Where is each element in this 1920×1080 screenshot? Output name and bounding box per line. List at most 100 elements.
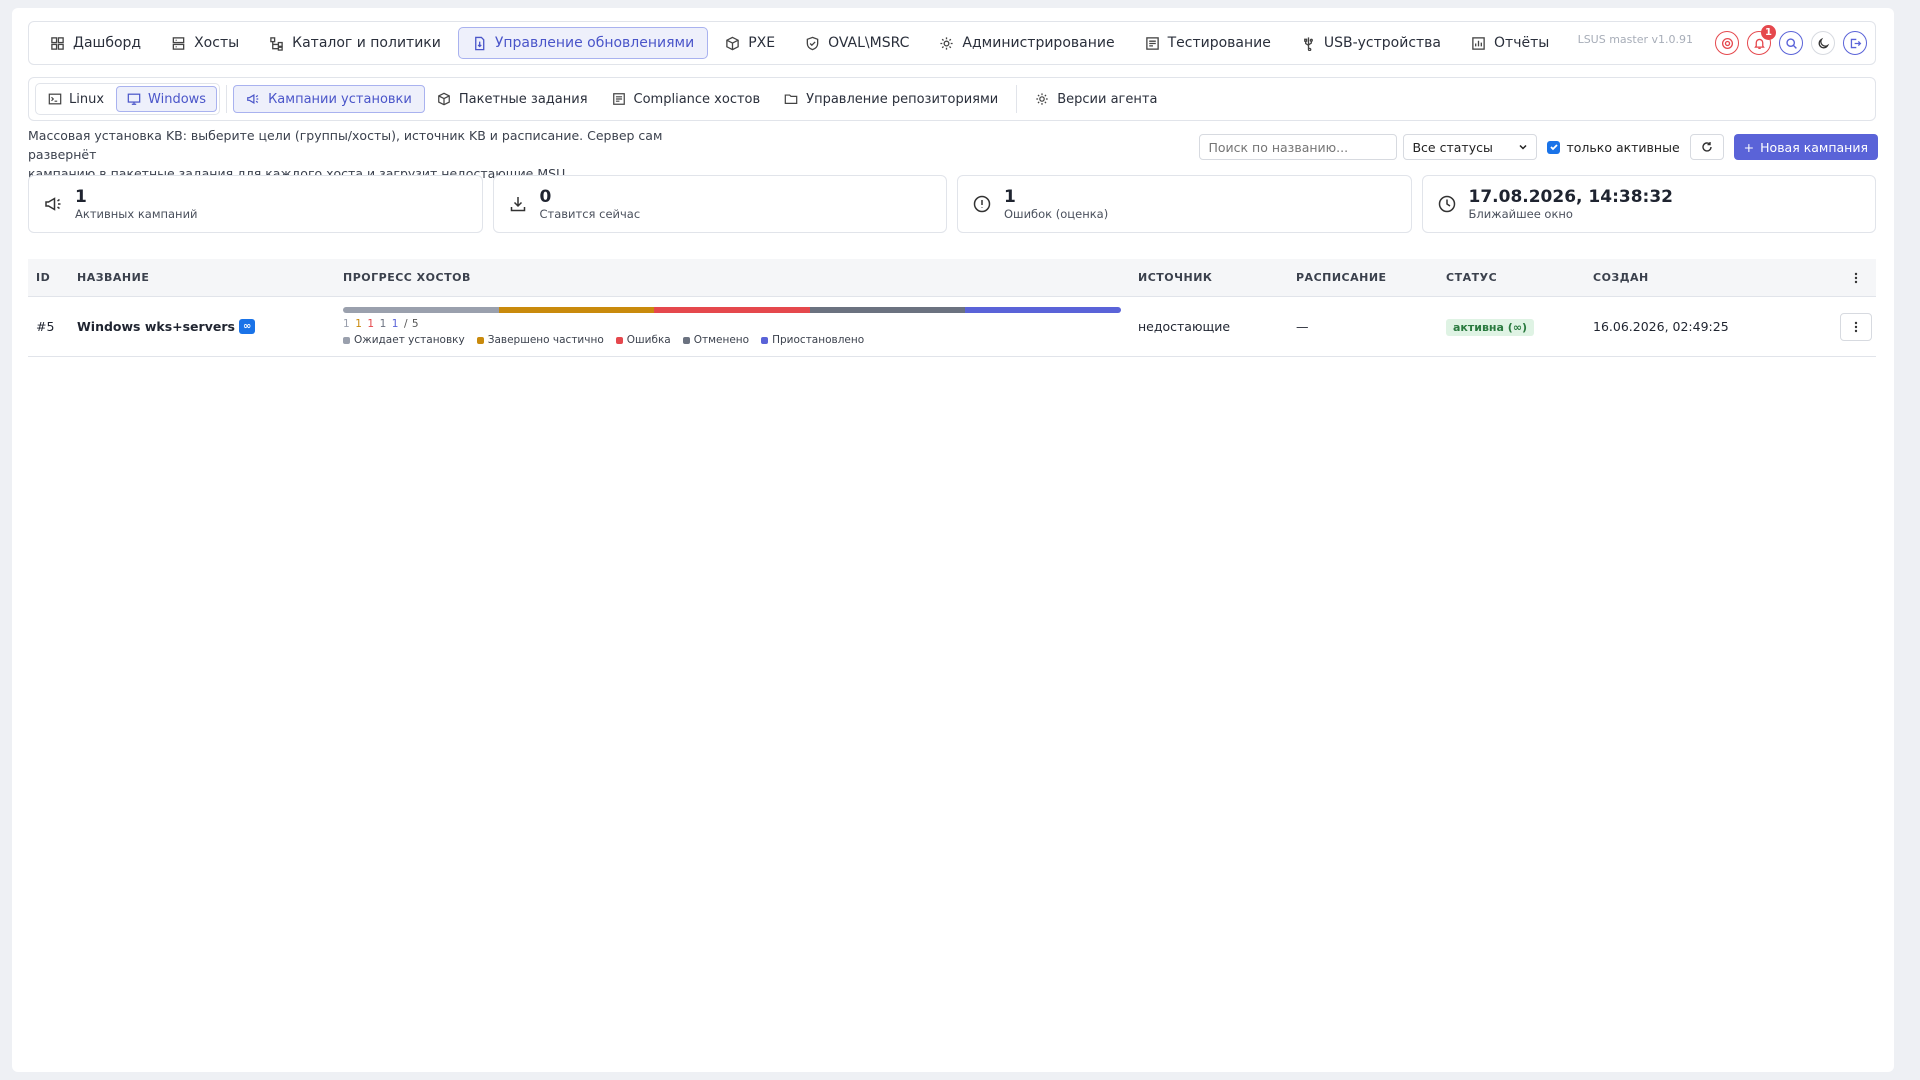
only-active-toggle[interactable]: только активные [1547, 139, 1680, 155]
usb-icon [1303, 36, 1313, 51]
hierarchy-icon [270, 36, 283, 51]
nav-label: OVAL\MSRC [828, 35, 910, 51]
notification-badge: 1 [1761, 25, 1776, 40]
search-input[interactable] [1199, 134, 1398, 160]
theme-toggle-button[interactable] [1811, 31, 1835, 55]
megaphone-icon [45, 197, 61, 211]
alert-circle-icon [973, 195, 991, 213]
subnav-batch-jobs[interactable]: Пакетные задания [425, 85, 600, 113]
campaign-toolbar: Все статусы только активные + Новая камп… [1199, 134, 1878, 160]
divider [226, 85, 228, 113]
new-campaign-label: Новая кампания [1760, 139, 1868, 155]
refresh-button[interactable] [1689, 134, 1724, 160]
notifications-button[interactable]: 1 [1747, 25, 1776, 55]
nav-label: Отчёты [1494, 35, 1550, 51]
stat-installing-now: 0 Ставится сейчас [492, 175, 947, 233]
logout-icon [1850, 38, 1861, 48]
stat-active-campaigns: 1 Активных кампаний [28, 175, 483, 233]
stat-value: 0 [539, 186, 552, 207]
progress-legend: Ожидает установку Завершено частично Оши… [343, 334, 1138, 346]
legend-label: Ошибка [626, 334, 671, 346]
nav-usb-devices[interactable]: USB-устройства [1288, 27, 1454, 59]
megaphone-icon [247, 93, 259, 105]
os-tab-label: Windows [148, 91, 207, 107]
count-pending: 1 [343, 318, 351, 330]
global-search-button[interactable] [1779, 31, 1803, 55]
column-header-created[interactable]: СОЗДАН [1593, 271, 1813, 284]
checklist-icon [1145, 36, 1159, 50]
nav-pxe[interactable]: PXE [712, 27, 788, 59]
gear-icon [1036, 93, 1048, 105]
host-progress: 1 1 1 1 1 / 5 Ожидает установку Завершен… [343, 307, 1138, 346]
count-cancelled: 1 [379, 318, 387, 330]
legend-item: Ожидает установку [343, 334, 465, 346]
nav-dashboard[interactable]: Дашборд [37, 27, 154, 59]
subnav-host-compliance[interactable]: Compliance хостов [600, 85, 773, 113]
subnav-repository-management[interactable]: Управление репозиториями [772, 85, 1010, 113]
column-header-source[interactable]: ИСТОЧНИК [1138, 271, 1296, 284]
campaign-created: 16.06.2026, 02:49:25 [1593, 319, 1729, 334]
clock-icon [1438, 195, 1455, 213]
stat-label: Активных кампаний [75, 206, 198, 221]
subnav-label: Версии агента [1057, 91, 1158, 107]
nav-testing[interactable]: Тестирование [1132, 27, 1284, 59]
stat-label: Ближайшее окно [1468, 206, 1573, 221]
only-active-checkbox[interactable] [1547, 140, 1561, 154]
logout-button[interactable] [1843, 31, 1867, 55]
folder-icon [784, 94, 798, 104]
checklist-icon [612, 93, 625, 105]
progress-segment-pending [343, 307, 499, 313]
column-settings-button[interactable] [1840, 272, 1872, 284]
subnav-agent-versions[interactable]: Версии агента [1023, 85, 1169, 113]
support-button[interactable] [1715, 31, 1739, 55]
column-header-id[interactable]: ID [28, 271, 77, 284]
status-badge: активна (∞) [1446, 319, 1535, 336]
nav-update-management[interactable]: Управление обновлениями [457, 27, 709, 59]
stat-value: 17.08.2026, 14:38:32 [1468, 186, 1674, 207]
progress-segment-cancelled [809, 307, 966, 313]
campaign-name-wrap: Windows wks+servers ∞ [77, 319, 343, 334]
nav-administration[interactable]: Администрирование [926, 27, 1127, 59]
subnav-label: Compliance хостов [633, 91, 761, 107]
kebab-icon [1854, 321, 1858, 332]
nav-hosts[interactable]: Хосты [158, 27, 252, 59]
update-file-icon [474, 36, 485, 50]
nav-catalog[interactable]: Каталог и политики [256, 27, 454, 59]
nav-label: Каталог и политики [292, 35, 441, 51]
search-icon [1785, 37, 1797, 49]
table-row[interactable]: #5 Windows wks+servers ∞ 1 1 1 1 1 / 5 О… [28, 297, 1876, 357]
new-campaign-button[interactable]: + Новая кампания [1733, 134, 1878, 160]
sub-navigation: Linux Windows Кампании установки Пакетны… [28, 77, 1876, 121]
stats-row: 1 Активных кампаний 0 Ставится сейчас 1 … [28, 175, 1876, 233]
legend-label: Приостановлено [772, 334, 865, 346]
recurring-badge: ∞ [238, 319, 256, 334]
legend-label: Завершено частично [487, 334, 604, 346]
nav-label: USB-устройства [1323, 35, 1442, 51]
legend-item: Приостановлено [761, 334, 864, 346]
status-select[interactable]: Все статусы [1403, 134, 1538, 160]
stat-label: Ошибок (оценка) [1004, 206, 1109, 221]
chevron-down-icon [1519, 144, 1528, 150]
subnav-install-campaigns[interactable]: Кампании установки [233, 85, 425, 113]
stat-value: 1 [75, 186, 87, 207]
campaigns-table: ID НАЗВАНИЕ ПРОГРЕСС ХОСТОВ ИСТОЧНИК РАС… [28, 259, 1876, 357]
column-header-name[interactable]: НАЗВАНИЕ [77, 271, 343, 284]
os-tab-windows[interactable]: Windows [116, 86, 218, 112]
only-active-label: только активные [1566, 139, 1680, 155]
stat-next-window: 17.08.2026, 14:38:32 Ближайшее окно [1421, 175, 1876, 233]
column-header-schedule[interactable]: РАСПИСАНИЕ [1296, 271, 1446, 284]
legend-label: Ожидает установку [354, 334, 465, 346]
campaign-name[interactable]: Windows wks+servers [77, 319, 235, 334]
download-icon [510, 197, 525, 212]
server-icon [172, 36, 185, 50]
kebab-icon [1854, 272, 1858, 283]
os-tab-linux[interactable]: Linux [38, 86, 114, 112]
nav-label: Дашборд [73, 35, 142, 51]
column-header-status[interactable]: СТАТУС [1446, 271, 1593, 284]
nav-oval-msrc[interactable]: OVAL\MSRC [792, 27, 922, 59]
stat-label: Ставится сейчас [539, 206, 641, 221]
chart-icon [1472, 36, 1485, 50]
nav-reports[interactable]: Отчёты [1458, 27, 1562, 59]
nav-label: Тестирование [1167, 35, 1271, 51]
row-menu-button[interactable] [1840, 312, 1872, 341]
